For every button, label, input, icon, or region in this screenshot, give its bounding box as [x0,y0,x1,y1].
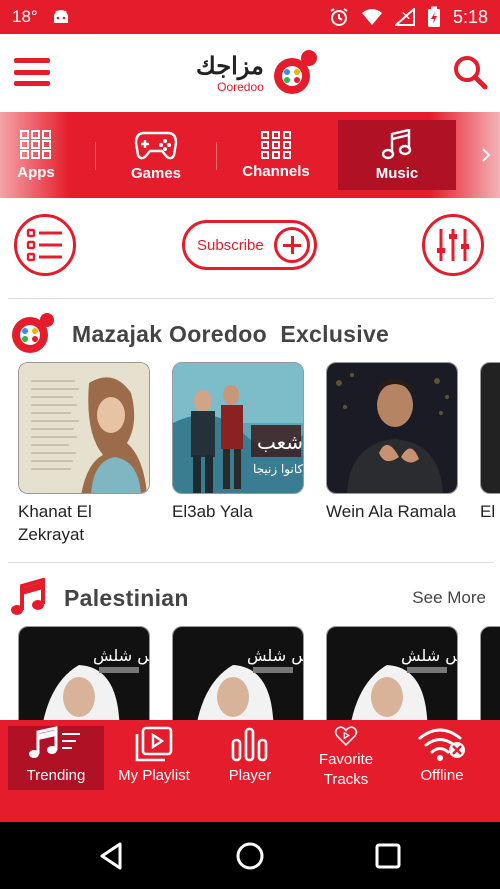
wifi-off-icon [418,728,465,761]
app-logo: مزاجك Ooredoo [196,48,320,98]
music-note-icon [11,578,45,615]
nav-favorite-tracks-label: Favorite Tracks [318,751,374,788]
subscribe-label: Subscribe [197,236,264,254]
back-icon[interactable] [96,840,128,872]
nav-player-label: Player [228,767,272,784]
nav-my-playlist[interactable]: My Playlist [106,726,202,790]
album-title: Khanat El Zekrayat [18,502,92,544]
battery-charging-icon [427,6,441,28]
chevron-right-icon [482,148,491,162]
player-bars-icon [231,727,268,762]
nav-player[interactable]: Player [202,726,298,790]
tab-channels[interactable]: Channels [230,120,322,190]
tab-games[interactable]: Games [110,120,202,190]
equalizer-button[interactable] [422,214,484,276]
action-row: Subscribe [0,198,500,298]
nav-trending[interactable]: Trending [8,726,104,790]
cover-overlay-text: ميس شلش [401,646,458,666]
grid-icon [261,130,291,159]
system-navigation-bar [0,822,500,889]
tab-apps[interactable]: Apps [0,120,72,190]
album-cover [18,362,150,494]
divider [8,298,494,299]
list-icon [26,228,62,262]
android-icon [52,9,70,25]
grid-icon [20,129,51,159]
cover-overlay-subtext: اركانوا زنيجا [253,462,304,477]
mazajak-logo-icon [273,50,317,94]
tab-apps-label: Apps [17,163,55,181]
app-bar: مزاجك Ooredoo [0,34,500,112]
nav-offline[interactable]: Offline [394,726,490,790]
equalizer-icon [437,229,469,261]
alarm-icon [329,7,349,27]
wifi-icon [361,8,383,26]
nav-offline-label: Offline [420,767,464,784]
search-icon[interactable] [452,54,488,90]
album-cover: شعب اركانوا زنيجا [172,362,304,494]
category-tabs: Apps Games Channels Music [0,112,500,198]
status-time: 5:18 [452,6,488,27]
music-note-icon [382,128,412,159]
section-palestinian-header: Palestinian See More [0,576,500,620]
plus-circle-icon [274,227,310,263]
album-card-el3ab[interactable]: شعب اركانوا زنيجا El3ab Yala [172,362,304,523]
status-notif-text: 18° [12,7,38,26]
trending-music-icon [29,726,80,758]
cover-overlay-text: ميس شلش [247,646,304,666]
section-exclusive-title: Mazajak Ooredoo Exclusive [72,320,390,347]
nav-my-playlist-label: My Playlist [118,767,190,784]
tab-divider [216,142,217,170]
signal-icon [394,8,415,26]
nav-favorite-tracks[interactable]: Favorite Tracks [298,726,394,790]
album-cover [480,362,500,494]
section-exclusive-header: Mazajak Ooredoo Exclusive [0,312,500,356]
divider [8,562,494,563]
subscribe-button[interactable]: Subscribe [182,220,317,270]
hamburger-menu-icon[interactable] [14,54,50,90]
album-title: El [480,502,496,521]
app-screen: 18° 5:18 مزاجك Ooredoo Apps Games Channe… [0,0,500,889]
tab-channels-label: Channels [242,162,310,180]
tab-more-partial[interactable] [472,120,500,190]
gamepad-icon [134,131,178,159]
tab-music[interactable]: Music [338,120,456,190]
nav-trending-label: Trending [26,767,86,784]
list-view-button[interactable] [14,214,76,276]
album-cover [326,362,458,494]
status-bar: 18° 5:18 [0,0,500,34]
section-palestinian-title: Palestinian [64,584,189,611]
album-title: Wein Ala Ramala [326,502,457,521]
see-more-link[interactable]: See More [412,588,486,608]
logo-arabic-text: مزاجك [196,53,264,80]
home-icon[interactable] [234,840,266,872]
logo-brand-text: Ooredoo [217,80,264,94]
tab-games-label: Games [130,164,182,182]
album-title: El3ab Yala [172,502,253,521]
album-card-wein-ala[interactable]: Wein Ala Ramala [326,362,458,523]
tab-music-label: Music [375,164,419,182]
cover-overlay-text: ميس شلش [93,646,150,666]
heart-play-icon [334,726,358,746]
bottom-navigation: Trending My Playlist Player Favorite Tra… [0,720,500,822]
album-card-khanat[interactable]: Khanat El Zekrayat [18,362,150,546]
recents-icon[interactable] [372,840,404,872]
playlist-icon [135,726,173,762]
album-card-partial[interactable]: El [480,362,500,523]
cover-overlay-text: شعب [257,430,303,454]
mazajak-logo-icon [12,313,54,353]
tab-divider [95,142,96,170]
